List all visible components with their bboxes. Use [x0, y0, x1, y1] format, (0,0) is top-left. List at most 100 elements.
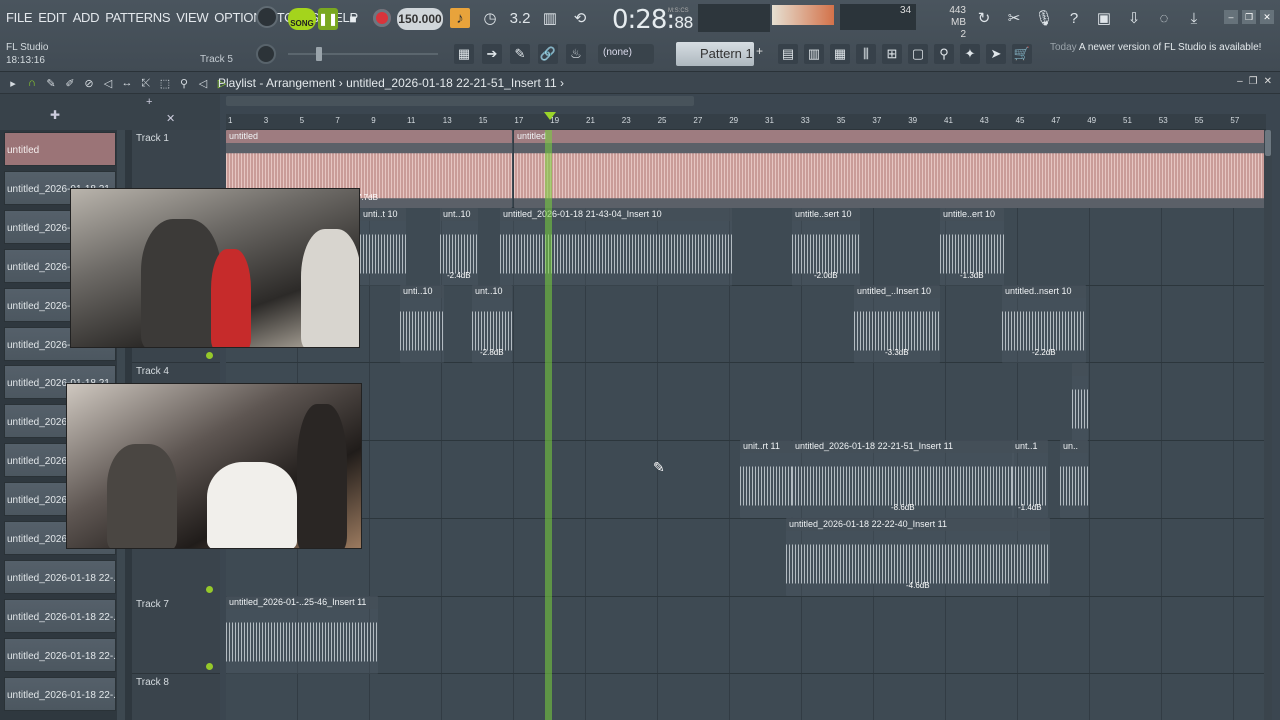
audio-clip[interactable]: untitled	[514, 130, 1266, 208]
audio-clip[interactable]: unti..t 10	[360, 208, 406, 286]
track-lane[interactable]	[226, 363, 1266, 442]
slider-thumb[interactable]	[316, 47, 322, 61]
stamp-icon[interactable]: ♨	[566, 44, 586, 64]
clip-list-item[interactable]: untitled_2026-01-18 22-...	[4, 637, 116, 672]
loop-record-icon[interactable]: ⟲	[570, 8, 590, 28]
audio-clip[interactable]: unt..10 -2.4dB	[440, 208, 478, 286]
shop-icon[interactable]: 🛒	[1012, 44, 1032, 64]
add-track-icon[interactable]: +	[146, 96, 152, 108]
playlist-close[interactable]: ✕	[1264, 76, 1272, 87]
mute-icon[interactable]: ◁	[101, 76, 115, 90]
audio-clip[interactable]	[1072, 363, 1088, 441]
link-icon[interactable]: 🔗	[538, 44, 558, 64]
scroll-thumb[interactable]	[1265, 130, 1271, 156]
audio-clip[interactable]: untitled_2026-01-18 21-43-04_Insert 10	[500, 208, 732, 286]
metronome-icon[interactable]: ♪	[450, 8, 470, 28]
playlist-icon[interactable]: ▤	[778, 44, 798, 64]
track-lane[interactable]	[226, 285, 1266, 364]
song-mode-button[interactable]: SONG	[288, 8, 316, 30]
pitch-knob[interactable]	[256, 44, 276, 64]
clip-list-item[interactable]: untitled_2026-01-18 22-...	[4, 676, 116, 711]
record-button[interactable]	[373, 9, 391, 27]
plugin-icon[interactable]: ⚲	[934, 44, 954, 64]
piano-icon[interactable]: ▦	[454, 44, 474, 64]
add-pattern-button[interactable]: +	[756, 44, 768, 64]
slip-icon[interactable]: ↔	[120, 76, 134, 90]
channel-rack-icon[interactable]: ▥	[804, 44, 824, 64]
horizontal-scrollbar[interactable]	[226, 96, 694, 106]
vertical-scrollbar[interactable]	[1264, 130, 1272, 720]
master-pitch-slider[interactable]	[288, 53, 438, 55]
browser-icon[interactable]: ⊞	[882, 44, 902, 64]
maximize-button[interactable]: ❐	[1242, 10, 1256, 24]
magnet-icon[interactable]: ∩	[25, 76, 39, 90]
mixer-icon[interactable]: ⫼	[856, 44, 876, 64]
arrow-right-icon[interactable]: ➔	[482, 44, 502, 64]
microphone-icon[interactable]: 🎙	[1034, 8, 1054, 28]
menu-arrow-icon[interactable]: ▸	[6, 76, 20, 90]
undo-icon[interactable]: ↻	[974, 8, 994, 28]
audio-clip[interactable]: unt..10 -2.8dB	[472, 285, 512, 363]
menu-patterns[interactable]: PATTERNS	[103, 10, 172, 25]
audio-clip[interactable]: untitled_..Insert 10 -3.3dB	[854, 285, 940, 363]
select-icon[interactable]: ⬚	[158, 76, 172, 90]
audio-clip[interactable]: unit..rt 11	[740, 440, 792, 518]
menu-file[interactable]: FILE	[4, 10, 34, 25]
clip-list-item[interactable]: untitled_2026-01-18 22-...	[4, 559, 116, 594]
track-lane[interactable]	[226, 674, 1266, 720]
clip-list-item[interactable]: untitled	[4, 132, 116, 166]
stop-button[interactable]: ■	[343, 8, 363, 30]
track-enable-indicator[interactable]	[206, 663, 213, 671]
track-enable-indicator[interactable]	[206, 352, 213, 360]
help-icon[interactable]: ?	[1064, 8, 1084, 28]
playlist-maximize[interactable]: ❐	[1249, 76, 1258, 87]
audio-clip[interactable]: untitled_2026-01-18 22-22-40_Insert 11 -4…	[786, 518, 1050, 596]
audio-clip[interactable]: unti..10	[400, 285, 444, 363]
minimize-button[interactable]: –	[1224, 10, 1238, 24]
piano-roll-icon[interactable]: ▦	[830, 44, 850, 64]
render-icon[interactable]: ⇩	[1124, 8, 1144, 28]
step-edit-icon[interactable]: ▥	[540, 8, 560, 28]
audio-clip[interactable]: un..	[1060, 440, 1088, 518]
news-panel[interactable]: Today A newer version of FL Studio is av…	[1050, 42, 1261, 54]
tempo-display[interactable]: 150.000	[397, 8, 443, 30]
paint-icon[interactable]: ✐	[63, 76, 77, 90]
project-icon[interactable]: ▢	[908, 44, 928, 64]
audio-clip[interactable]: unt..1 -1.4dB	[1012, 440, 1048, 518]
playback-icon[interactable]: ◁	[196, 76, 210, 90]
track-header[interactable]: Track 8	[132, 673, 220, 720]
tools-icon[interactable]: ✦	[960, 44, 980, 64]
playlist-breadcrumb[interactable]: untitled_2026-01-18 22-21-51_Insert 11	[346, 76, 557, 90]
pencil-icon[interactable]: ✎	[510, 44, 530, 64]
close-button[interactable]: ✕	[1260, 10, 1274, 24]
cut-icon[interactable]: ✂	[1004, 8, 1024, 28]
track-enable-indicator[interactable]	[206, 585, 213, 593]
pause-button[interactable]: ❚❚	[318, 8, 338, 30]
timeline-ruler[interactable]: 1 3 5 7 9 11 13 15 17 19 21 23 25 27 29 31 33 35 37 39 41 43 4…	[226, 114, 1266, 130]
audio-clip[interactable]: untitled..nsert 10 -2.2dB	[1002, 285, 1086, 363]
playlist-minimize[interactable]: –	[1237, 76, 1243, 87]
waveform-icon[interactable]: ✚	[50, 108, 60, 122]
menu-view[interactable]: VIEW	[174, 10, 210, 25]
menu-edit[interactable]: EDIT	[36, 10, 68, 25]
chat-icon[interactable]: ◌	[1154, 8, 1174, 28]
delete-icon[interactable]: ⊘	[82, 76, 96, 90]
wait-record-icon[interactable]: ◷	[480, 8, 500, 28]
download-icon[interactable]: ⤓	[1184, 8, 1204, 28]
save-icon[interactable]: ▣	[1094, 8, 1114, 28]
menu-add[interactable]: ADD	[71, 10, 102, 25]
audio-clip[interactable]: untitled_2026-01-18 22-21-51_Insert 11 -8…	[792, 440, 1014, 518]
pattern-picker[interactable]: Pattern 1	[676, 42, 754, 66]
audio-clip[interactable]: untitle..sert 10 -2.0dB	[792, 208, 860, 286]
track-lane[interactable]	[226, 519, 1266, 597]
draw-icon[interactable]: ✎	[44, 76, 58, 90]
slice-icon[interactable]: ⤪	[139, 76, 153, 90]
pattern-selector[interactable]: (none)	[598, 44, 654, 64]
zoom-icon[interactable]: ⚲	[177, 76, 191, 90]
wrench-icon[interactable]: ➤	[986, 44, 1006, 64]
audio-clip[interactable]: untitle..ert 10 -1.3dB	[940, 208, 1004, 286]
audio-clip[interactable]: untitled_2026-01-..25-46_Insert 11	[226, 596, 378, 674]
track-lane[interactable]	[226, 596, 1266, 675]
master-volume-knob[interactable]	[256, 6, 278, 28]
close-icon[interactable]: ✕	[166, 112, 175, 125]
